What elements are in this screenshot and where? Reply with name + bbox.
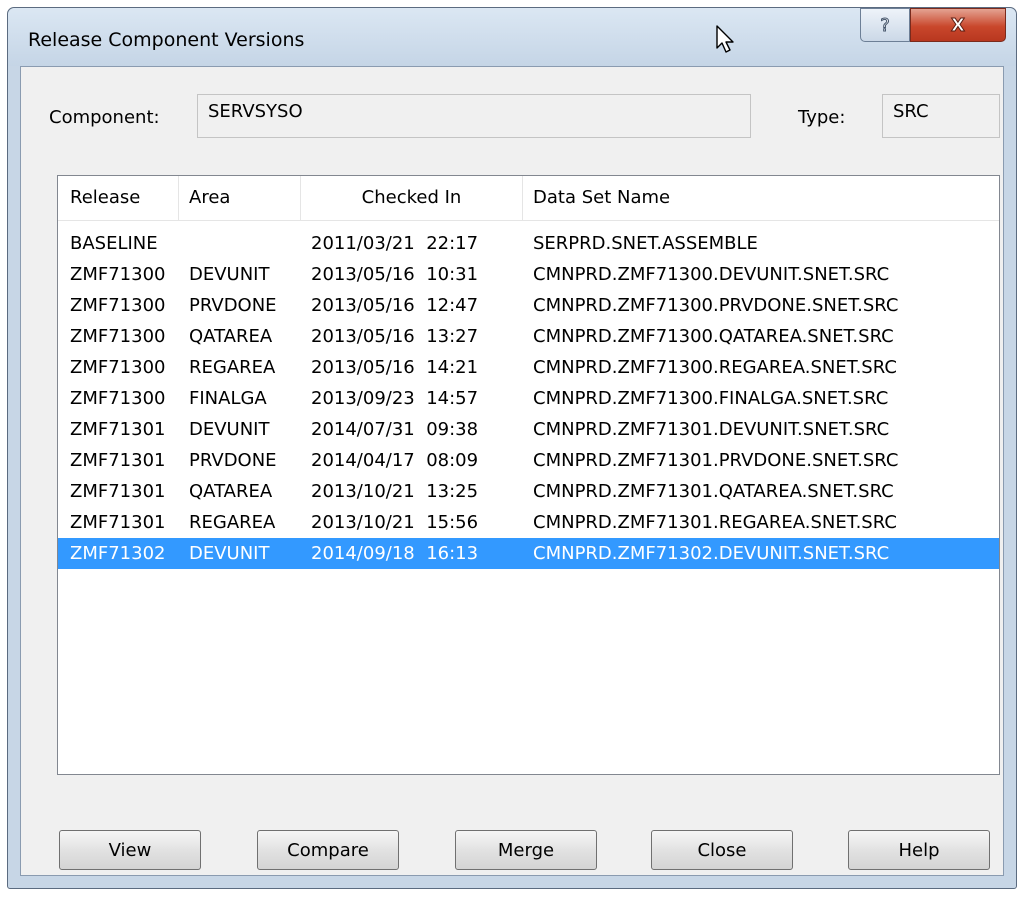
merge-button[interactable]: Merge	[455, 830, 597, 870]
title-bar[interactable]: Release Component Versions ? X	[8, 8, 1016, 66]
table-row[interactable]: ZMF71301 REGAREA 2013/10/21 15:56 CMNPRD.ZM…	[58, 507, 999, 538]
cell-release: ZMF71300	[70, 264, 166, 285]
cell-checked-in: 2014/07/31 09:38	[311, 419, 479, 440]
list-header: Release Area Checked In Data Set Name	[58, 176, 999, 221]
compare-button[interactable]: Compare	[257, 830, 399, 870]
cell-release: ZMF71301	[70, 481, 166, 502]
cell-data-set-name: CMNPRD.ZMF71301.REGAREA.SNET.SRC	[533, 512, 897, 533]
svg-text:?: ?	[880, 15, 890, 36]
cell-area: DEVUNIT	[189, 419, 270, 440]
column-header-data-set-name[interactable]: Data Set Name	[523, 176, 999, 220]
cell-area: REGAREA	[189, 512, 276, 533]
cell-area: PRVDONE	[189, 295, 277, 316]
svg-text:X: X	[951, 15, 965, 36]
close-icon: X	[951, 15, 966, 37]
help-button[interactable]: Help	[848, 830, 990, 870]
cell-data-set-name: CMNPRD.ZMF71300.REGAREA.SNET.SRC	[533, 357, 897, 378]
mouse-cursor-icon	[716, 25, 734, 53]
cell-area: FINALGA	[189, 388, 267, 409]
cell-area: DEVUNIT	[189, 264, 270, 285]
cell-checked-in: 2013/05/16 13:27	[311, 326, 479, 347]
dialog-body: Component: SERVSYSO Type: SRC Release Ar…	[20, 66, 1004, 876]
table-row[interactable]: BASELINE 2011/03/21 22:17 SERPRD.SNET.ASSE…	[58, 228, 999, 259]
help-icon: ?	[880, 15, 891, 37]
versions-list[interactable]: Release Area Checked In Data Set Name BA…	[57, 175, 1000, 775]
cell-checked-in: 2013/10/21 13:25	[311, 481, 479, 502]
cell-checked-in: 2013/09/23 14:57	[311, 388, 479, 409]
cell-data-set-name: CMNPRD.ZMF71302.DEVUNIT.SNET.SRC	[533, 543, 890, 564]
cell-checked-in: 2014/09/18 16:13	[311, 543, 479, 564]
cell-checked-in: 2013/05/16 10:31	[311, 264, 479, 285]
table-row[interactable]: ZMF71300 DEVUNIT 2013/05/16 10:31 CMNPRD.ZM…	[58, 259, 999, 290]
cell-release: ZMF71301	[70, 450, 166, 471]
cell-release: ZMF71301	[70, 512, 166, 533]
type-label: Type:	[798, 107, 846, 128]
dialog-window: Release Component Versions ? X Component…	[7, 7, 1017, 889]
type-value: SRC	[893, 101, 929, 122]
cell-release: ZMF71300	[70, 326, 166, 347]
table-row[interactable]: ZMF71300 REGAREA 2013/05/16 14:21 CMNPRD.ZM…	[58, 352, 999, 383]
cell-data-set-name: CMNPRD.ZMF71300.QATAREA.SNET.SRC	[533, 326, 894, 347]
column-header-area[interactable]: Area	[179, 176, 301, 220]
table-row[interactable]: ZMF71300 FINALGA 2013/09/23 14:57 CMNPRD.ZM…	[58, 383, 999, 414]
cell-release: ZMF71300	[70, 388, 166, 409]
cell-area: DEVUNIT	[189, 543, 270, 564]
table-row[interactable]: ZMF71300 PRVDONE 2013/05/16 12:47 CMNPRD.ZM…	[58, 290, 999, 321]
component-label: Component:	[49, 107, 160, 128]
cell-area: PRVDONE	[189, 450, 277, 471]
table-row[interactable]: ZMF71302 DEVUNIT 2014/09/18 16:13 CMNPRD.ZM…	[58, 538, 999, 569]
cell-release: BASELINE	[70, 233, 158, 254]
close-title-button[interactable]: X	[910, 8, 1006, 42]
cell-data-set-name: CMNPRD.ZMF71300.FINALGA.SNET.SRC	[533, 388, 889, 409]
table-row[interactable]: ZMF71301 QATAREA 2013/10/21 13:25 CMNPRD.ZM…	[58, 476, 999, 507]
cell-area: QATAREA	[189, 481, 273, 502]
cell-area: REGAREA	[189, 357, 276, 378]
window-title: Release Component Versions	[28, 29, 305, 51]
cell-area: QATAREA	[189, 326, 273, 347]
cell-checked-in: 2011/03/21 22:17	[311, 233, 479, 254]
cell-release: ZMF71300	[70, 357, 166, 378]
close-button[interactable]: Close	[651, 830, 793, 870]
table-row[interactable]: ZMF71301 DEVUNIT 2014/07/31 09:38 CMNPRD.ZM…	[58, 414, 999, 445]
table-row[interactable]: ZMF71301 PRVDONE 2014/04/17 08:09 CMNPRD.ZM…	[58, 445, 999, 476]
component-value: SERVSYSO	[208, 101, 303, 122]
help-title-button[interactable]: ?	[860, 8, 910, 42]
view-button[interactable]: View	[59, 830, 201, 870]
column-header-checked-in[interactable]: Checked In	[301, 176, 523, 220]
cell-data-set-name: CMNPRD.ZMF71301.DEVUNIT.SNET.SRC	[533, 419, 890, 440]
type-field[interactable]: SRC	[882, 94, 1000, 138]
cell-checked-in: 2014/04/17 08:09	[311, 450, 479, 471]
cell-data-set-name: CMNPRD.ZMF71301.QATAREA.SNET.SRC	[533, 481, 894, 502]
cell-data-set-name: CMNPRD.ZMF71300.DEVUNIT.SNET.SRC	[533, 264, 890, 285]
cell-checked-in: 2013/10/21 15:56	[311, 512, 479, 533]
component-field[interactable]: SERVSYSO	[197, 94, 751, 138]
cell-checked-in: 2013/05/16 12:47	[311, 295, 479, 316]
cell-checked-in: 2013/05/16 14:21	[311, 357, 479, 378]
cell-data-set-name: CMNPRD.ZMF71300.PRVDONE.SNET.SRC	[533, 295, 899, 316]
cell-release: ZMF71300	[70, 295, 166, 316]
table-row[interactable]: ZMF71300 QATAREA 2013/05/16 13:27 CMNPRD.ZM…	[58, 321, 999, 352]
cell-release: ZMF71302	[70, 543, 166, 564]
cell-data-set-name: CMNPRD.ZMF71301.PRVDONE.SNET.SRC	[533, 450, 899, 471]
cell-release: ZMF71301	[70, 419, 166, 440]
cell-data-set-name: SERPRD.SNET.ASSEMBLE	[533, 233, 758, 254]
column-header-release[interactable]: Release	[58, 176, 179, 220]
